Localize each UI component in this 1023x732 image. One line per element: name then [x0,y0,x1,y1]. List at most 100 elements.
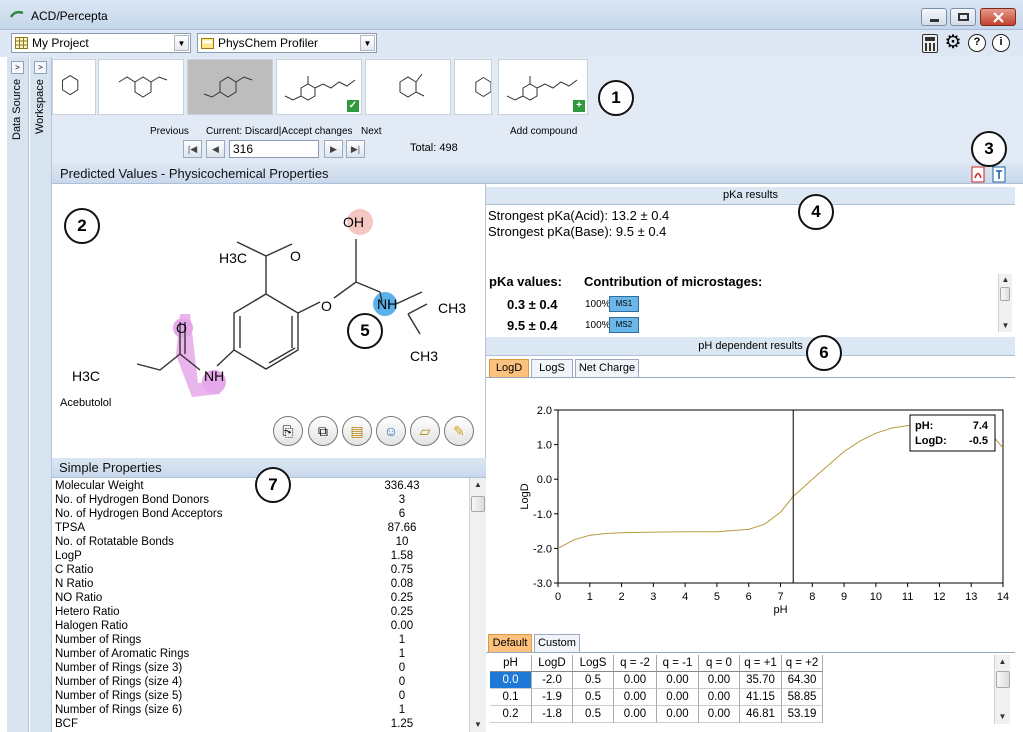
smiley-button[interactable]: ☺ [376,416,406,446]
module-select[interactable]: PhysChem Profiler ▼ [197,33,377,53]
tab-logs[interactable]: LogS [531,359,573,377]
table-cell[interactable]: 64.30 [782,672,823,689]
compound-thumbnail[interactable] [98,59,184,115]
property-row[interactable]: Number of Rings 1 [52,633,469,647]
property-row[interactable]: Number of Rings (size 4) 0 [52,675,469,689]
scroll-up-icon[interactable]: ▲ [995,655,1010,669]
table-cell[interactable]: 0.00 [657,672,699,689]
table-cell[interactable]: 0.00 [699,672,740,689]
property-row[interactable]: BCF 1.25 [52,717,469,731]
column-header[interactable]: LogS [573,655,614,672]
table-cell[interactable]: 58.85 [782,689,823,706]
edit-pencil-button[interactable]: ✎ [444,416,474,446]
table-cell[interactable]: 0.5 [573,706,614,723]
column-header[interactable]: q = 0 [699,655,740,672]
table-cell[interactable]: 0.00 [657,689,699,706]
project-select[interactable]: My Project ▼ [11,33,191,53]
table-cell[interactable]: 53.19 [782,706,823,723]
property-row[interactable]: Number of Rings (size 3) 0 [52,661,469,675]
property-row[interactable]: C Ratio 0.75 [52,563,469,577]
column-header[interactable]: LogD [532,655,573,672]
column-header[interactable]: q = +2 [782,655,823,672]
table-cell[interactable]: -1.8 [532,706,573,723]
help-icon[interactable]: ? [968,34,986,52]
column-header[interactable]: q = -2 [614,655,657,672]
property-row[interactable]: Number of Rings (size 5) 0 [52,689,469,703]
copy-structure-button[interactable]: ⎘ [273,416,303,446]
table-cell[interactable]: 0.00 [614,706,657,723]
compound-thumbnail[interactable]: ✓ [276,59,362,115]
table-cell[interactable]: 0.00 [657,706,699,723]
expand-icon[interactable]: > [34,61,47,74]
property-row[interactable]: LogP 1.58 [52,549,469,563]
add-compound-label[interactable]: Add compound [510,126,577,137]
table-cell[interactable]: 46.81 [740,706,782,723]
table-cell[interactable]: 0.5 [573,689,614,706]
table-scrollbar[interactable]: ▲ ▼ [994,655,1010,724]
calculator-icon[interactable] [922,34,938,53]
tab-custom[interactable]: Custom [534,634,580,652]
property-row[interactable]: No. of Rotatable Bonds 10 [52,535,469,549]
microstage-button[interactable]: MS2 [609,317,639,333]
expand-icon[interactable]: > [11,61,24,74]
tab-net-charge[interactable]: Net Charge [575,359,639,377]
table-cell[interactable]: 0.00 [614,689,657,706]
column-header[interactable]: q = -1 [657,655,699,672]
minimize-button[interactable] [921,8,947,26]
open-book-button[interactable]: ▤ [342,416,372,446]
property-row[interactable]: NO Ratio 0.25 [52,591,469,605]
table-cell[interactable]: -2.0 [532,672,573,689]
table-cell[interactable]: 0.5 [573,672,614,689]
property-row[interactable]: Hetero Ratio 0.25 [52,605,469,619]
compound-thumbnail[interactable] [365,59,451,115]
microstage-button[interactable]: MS1 [609,296,639,312]
workspace-panel-tab[interactable]: > Workspace [30,57,52,732]
tab-logd[interactable]: LogD [489,359,529,377]
table-cell[interactable]: -1.9 [532,689,573,706]
scroll-thumb[interactable] [996,671,1010,688]
column-header[interactable]: pH [490,655,532,672]
property-row[interactable]: N Ratio 0.08 [52,577,469,591]
table-cell[interactable]: 0.00 [699,706,740,723]
scroll-up-icon[interactable]: ▲ [470,478,486,492]
table-cell[interactable]: 35.70 [740,672,782,689]
info-icon[interactable]: i [992,34,1010,52]
last-record-button[interactable]: ▶| [346,140,365,158]
scroll-up-icon[interactable]: ▲ [999,274,1012,286]
scroll-down-icon[interactable]: ▼ [470,718,486,732]
data-source-panel-tab[interactable]: > Data Source [7,57,29,732]
property-row[interactable]: Number of Rings (size 6) 1 [52,703,469,717]
table-cell[interactable]: 41.15 [740,689,782,706]
property-row[interactable]: Number of Aromatic Rings 1 [52,647,469,661]
table-cell[interactable]: 0.00 [699,689,740,706]
next-record-button[interactable]: ▶ [324,140,343,158]
duplicate-structure-button[interactable]: ⧉ [308,416,338,446]
column-header[interactable]: q = +1 [740,655,782,672]
pdf-export-icon[interactable] [971,166,987,183]
maximize-button[interactable] [950,8,976,26]
compound-thumbnail[interactable] [454,59,492,115]
scroll-thumb[interactable] [471,496,485,512]
scroll-down-icon[interactable]: ▼ [999,320,1012,332]
property-row[interactable]: Halogen Ratio 0.00 [52,619,469,633]
table-cell[interactable]: 0.00 [614,672,657,689]
scroll-down-icon[interactable]: ▼ [995,710,1010,724]
property-row[interactable]: No. of Hydrogen Bond Acceptors 6 [52,507,469,521]
compound-thumbnail[interactable] [52,59,96,115]
scroll-thumb[interactable] [1000,287,1010,301]
previous-record-button[interactable]: ◀ [206,140,225,158]
open-folder-button[interactable]: ▱ [410,416,440,446]
chevron-down-icon[interactable]: ▼ [360,35,375,51]
close-button[interactable] [980,8,1016,26]
text-export-icon[interactable] [992,166,1008,183]
table-cell[interactable]: 0.0 [490,672,532,689]
property-row[interactable]: TPSA 87.66 [52,521,469,535]
pka-scrollbar[interactable]: ▲ ▼ [998,274,1012,332]
gear-icon[interactable]: ⚙ [943,33,963,53]
compound-thumbnail-selected[interactable] [187,59,273,115]
current-label[interactable]: Current: Discard|Accept changes [206,126,353,137]
tab-default[interactable]: Default [488,634,532,652]
record-index-input[interactable]: 316 [229,140,319,158]
first-record-button[interactable]: |◀ [183,140,202,158]
properties-scrollbar[interactable]: ▲ ▼ [469,478,486,732]
